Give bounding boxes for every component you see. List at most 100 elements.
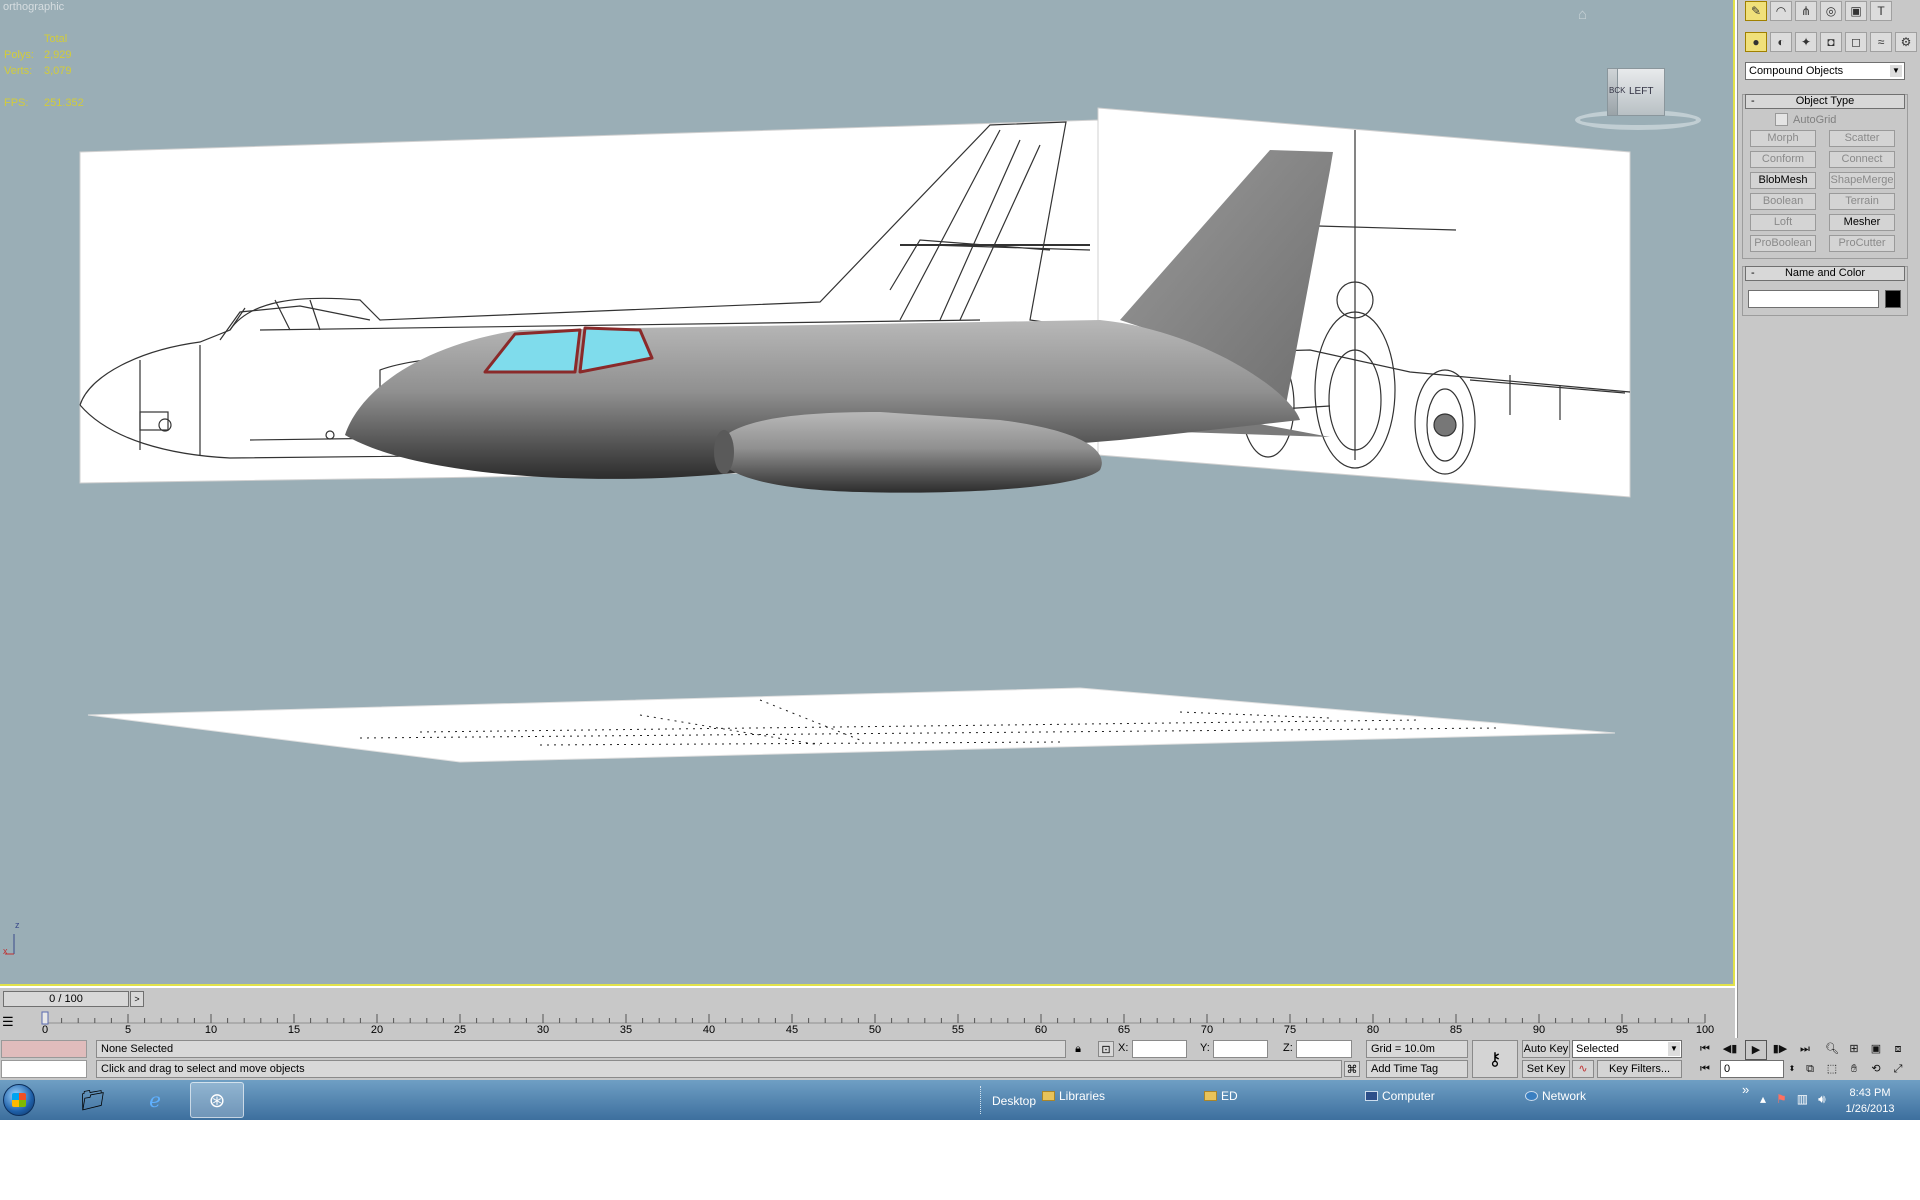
viewcube[interactable]: BCK LEFT [1573, 62, 1703, 136]
zoom-region-icon[interactable]: ⬚ [1822, 1060, 1842, 1078]
trackbar-tick-label: 50 [868, 1024, 882, 1036]
taskbar-clock[interactable]: 8:43 PM 1/26/2013 [1830, 1085, 1910, 1117]
spacewarps-icon[interactable]: ≈ [1870, 32, 1892, 52]
home-icon[interactable]: ⌂ [1578, 6, 1587, 23]
show-hidden-icons-icon[interactable]: ▴ [1760, 1092, 1766, 1107]
add-time-tag-button[interactable]: Add Time Tag [1366, 1060, 1468, 1078]
network-toolbar-item[interactable]: Network [1525, 1089, 1586, 1103]
chevron-down-icon[interactable]: ▼ [1890, 65, 1902, 77]
absolute-mode-icon[interactable]: ⊡ [1098, 1041, 1114, 1057]
set-key-button[interactable]: Set Key [1522, 1060, 1570, 1078]
terrain-button[interactable]: Terrain [1829, 193, 1895, 210]
x-coordinate-field[interactable] [1132, 1040, 1187, 1058]
loft-button[interactable]: Loft [1750, 214, 1816, 231]
toolbar-overflow-chevron[interactable]: » [1742, 1082, 1749, 1097]
libraries-toolbar-item[interactable]: Libraries [1042, 1089, 1105, 1103]
pan-icon[interactable]: ✋︎ [1844, 1060, 1864, 1078]
display-icon[interactable]: ▣ [1845, 1, 1867, 21]
z-coordinate-field[interactable] [1296, 1040, 1352, 1058]
network-status-icon[interactable]: ▥ [1797, 1092, 1808, 1107]
action-center-flag-icon[interactable]: ⚑ [1776, 1092, 1787, 1107]
scatter-button[interactable]: Scatter [1829, 130, 1895, 147]
frame-spinner-icon[interactable]: ⬍ [1786, 1060, 1798, 1078]
maxscript-listener-pink[interactable] [1, 1040, 87, 1058]
shapes-icon[interactable]: ◐ [1770, 32, 1792, 52]
create-icon[interactable]: ✎ [1745, 1, 1767, 21]
maxscript-listener-white[interactable] [1, 1060, 87, 1078]
maximize-viewport-icon[interactable]: ⤢ [1888, 1060, 1908, 1078]
go-to-end-icon[interactable]: ⏭ [1795, 1040, 1815, 1058]
axis-tripod: z x [2, 918, 32, 961]
system-tray: ▴ ⚑ ▥ 🔊︎ [1760, 1092, 1826, 1107]
time-tag-icon[interactable]: ⌘ [1344, 1061, 1360, 1077]
current-frame-field[interactable]: 0 [1720, 1060, 1784, 1078]
desktop-toolbar-label[interactable]: Desktop [992, 1094, 1036, 1108]
go-to-start-icon[interactable]: ⏮ [1695, 1040, 1715, 1058]
modify-icon[interactable]: ◠ [1770, 1, 1792, 21]
proboolean-button[interactable]: ProBoolean [1750, 235, 1816, 252]
viewport-scene[interactable] [0, 0, 1735, 986]
zoom-extents-all-icon[interactable]: ⧈ [1888, 1040, 1908, 1058]
orbit-icon[interactable]: ⟲ [1866, 1060, 1886, 1078]
rollout-title: Name and Color [1784, 267, 1866, 279]
current-frame-marker[interactable] [41, 1011, 49, 1025]
motion-icon[interactable]: ◎ [1820, 1, 1842, 21]
name-and-color-header[interactable]: - Name and Color [1745, 266, 1905, 281]
y-coordinate-field[interactable] [1213, 1040, 1268, 1058]
object-color-swatch[interactable] [1885, 290, 1901, 308]
boolean-button[interactable]: Boolean [1750, 193, 1816, 210]
zoom-icon[interactable]: 🔍︎ [1822, 1040, 1842, 1058]
engine-intake[interactable] [714, 430, 734, 474]
helpers-icon[interactable]: ◻ [1845, 32, 1867, 52]
connect-button[interactable]: Connect [1829, 151, 1895, 168]
computer-toolbar-item[interactable]: Computer [1365, 1089, 1435, 1103]
time-configuration-icon[interactable]: ⧉ [1800, 1060, 1820, 1078]
perspective-viewport[interactable]: orthographic Total Polys: 2,929 Verts: 3,0… [0, 0, 1735, 986]
category-dropdown[interactable]: Compound Objects ▼ [1745, 62, 1905, 80]
object-name-input[interactable] [1748, 290, 1879, 308]
volume-icon[interactable]: 🔊︎ [1818, 1092, 1826, 1107]
blueprint-top-plane[interactable] [87, 687, 1616, 763]
mesher-button[interactable]: Mesher [1829, 214, 1895, 231]
lock-icon[interactable]: 🔒︎ [1070, 1041, 1086, 1057]
trackbar-tick-label: 75 [1283, 1024, 1297, 1036]
time-slider[interactable]: 0 / 100 [3, 991, 129, 1007]
key-mode-icon[interactable]: ∿ [1572, 1060, 1594, 1078]
chevron-down-icon[interactable]: ▼ [1668, 1042, 1680, 1056]
geometry-icon[interactable]: ● [1745, 32, 1767, 52]
conform-button[interactable]: Conform [1750, 151, 1816, 168]
blobmesh-button[interactable]: BlobMesh [1750, 172, 1816, 189]
morph-button[interactable]: Morph [1750, 130, 1816, 147]
set-keys-icon[interactable]: ⚷ [1472, 1040, 1518, 1078]
key-selection-dropdown[interactable]: Selected ▼ [1572, 1040, 1682, 1058]
systems-icon[interactable]: ⚙ [1895, 32, 1917, 52]
previous-frame-icon[interactable]: ◀▮ [1720, 1040, 1740, 1058]
play-icon[interactable]: ▶ [1745, 1040, 1767, 1060]
checkbox-box[interactable] [1775, 113, 1788, 126]
procutter-button[interactable]: ProCutter [1829, 235, 1895, 252]
start-button[interactable] [3, 1084, 35, 1116]
auto-key-button[interactable]: Auto Key [1522, 1040, 1570, 1058]
grid-size-display: Grid = 10.0m [1366, 1040, 1468, 1058]
cameras-icon[interactable]: ◘ [1820, 32, 1842, 52]
autogrid-checkbox[interactable]: AutoGrid [1775, 113, 1836, 126]
ed-toolbar-item[interactable]: ED [1204, 1089, 1238, 1103]
key-selection-value: Selected [1576, 1043, 1619, 1055]
zoom-extents-icon[interactable]: ▣ [1866, 1040, 1886, 1058]
libraries-icon [1042, 1091, 1055, 1101]
trackbar-tick-label: 40 [702, 1024, 716, 1036]
trackbar[interactable]: ☰ 0 5 10 15 20 25 30 35 40 45 50 55 60 65 70 75 80 85 90 95… [0, 1010, 1735, 1038]
key-filters-button[interactable]: Key Filters... [1597, 1060, 1682, 1078]
3ds-max-taskbar-icon[interactable]: ⊛ [190, 1082, 244, 1118]
explorer-taskbar-icon[interactable]: 📁︎ [66, 1082, 120, 1118]
next-frame-button[interactable]: > [130, 991, 144, 1007]
lights-icon[interactable]: ✦ [1795, 32, 1817, 52]
shapemerge-button[interactable]: ShapeMerge [1829, 172, 1895, 189]
next-frame-icon[interactable]: ▮▶ [1770, 1040, 1790, 1058]
internet-explorer-taskbar-icon[interactable]: ℯ [128, 1082, 182, 1118]
key-mode-toggle-icon[interactable]: ⏮ [1695, 1060, 1715, 1078]
utilities-icon[interactable]: T [1870, 1, 1892, 21]
zoom-all-icon[interactable]: ⊞ [1844, 1040, 1864, 1058]
hierarchy-icon[interactable]: ⋔ [1795, 1, 1817, 21]
object-type-header[interactable]: - Object Type [1745, 94, 1905, 109]
